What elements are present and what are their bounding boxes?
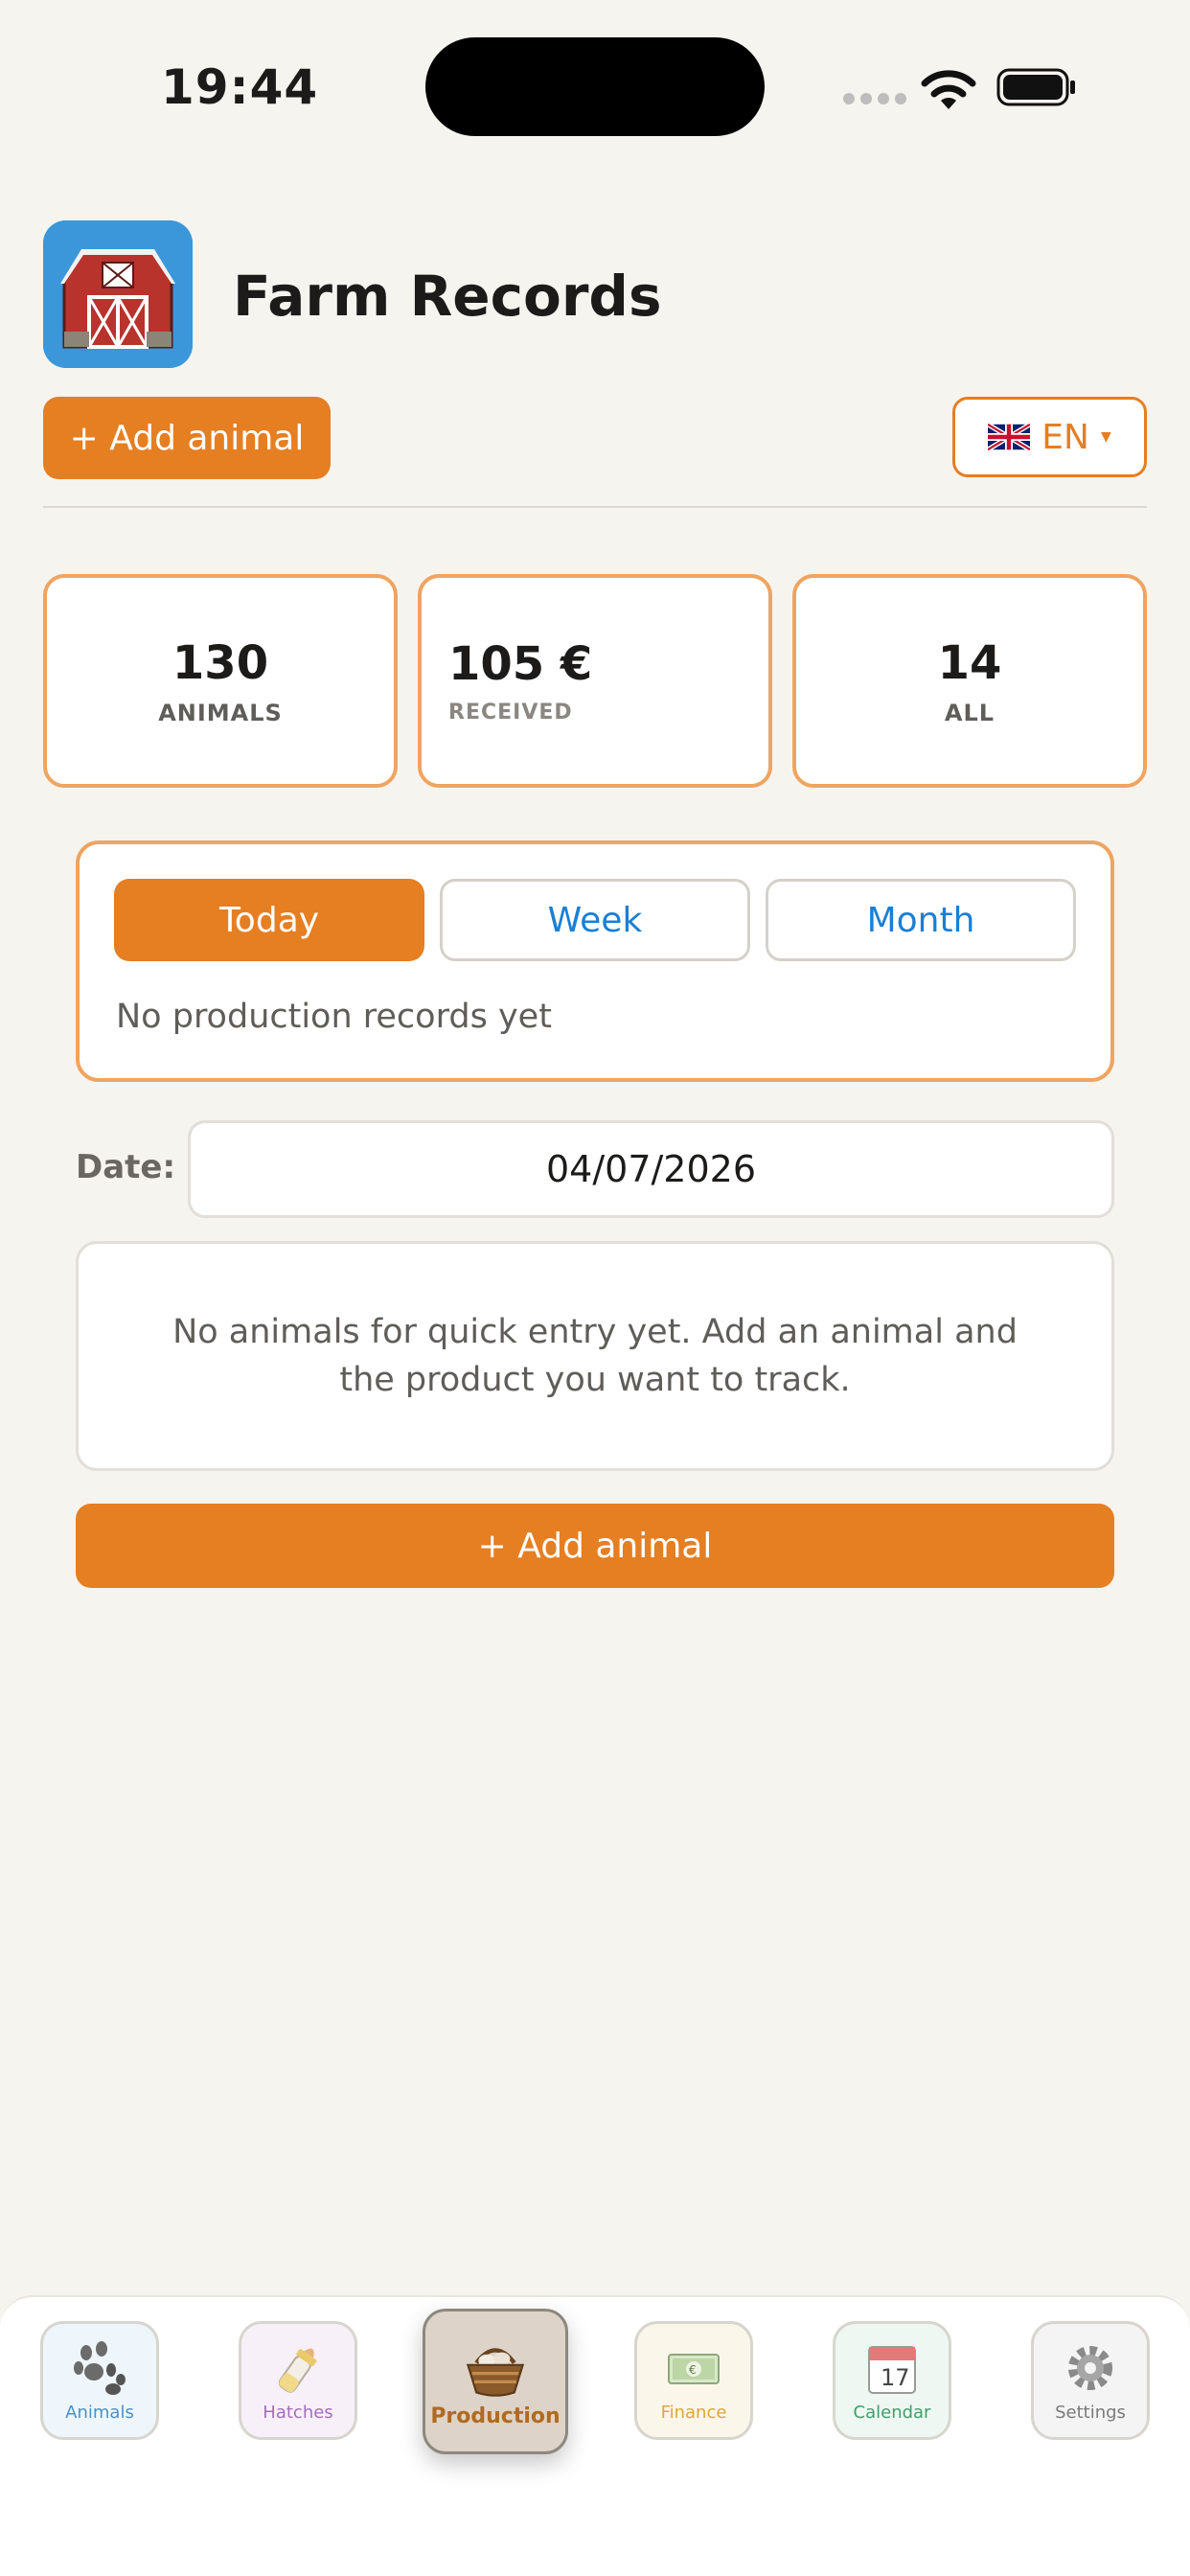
nav-calendar[interactable]: 17 Calendar xyxy=(833,2321,951,2440)
nav-animals[interactable]: Animals xyxy=(40,2321,159,2440)
tab-today[interactable]: Today xyxy=(114,879,424,961)
add-animal-primary-button[interactable]: + Add animal xyxy=(76,1504,1114,1588)
basket-icon xyxy=(466,2347,525,2397)
date-picker[interactable]: 04/07/2026 xyxy=(188,1120,1114,1218)
stat-label: ALL xyxy=(944,699,995,726)
calendar-icon: 17 xyxy=(868,2345,916,2394)
app-title: Farm Records xyxy=(233,264,662,329)
stat-label: RECEIVED xyxy=(448,701,573,724)
tab-week[interactable]: Week xyxy=(440,879,750,961)
battery-icon xyxy=(996,68,1075,106)
svg-text:€: € xyxy=(689,2363,697,2377)
nav-hatches[interactable]: Hatches xyxy=(239,2321,357,2440)
stat-value: 14 xyxy=(937,635,1002,690)
nav-production[interactable]: Production xyxy=(423,2309,568,2454)
stat-value: 105 € xyxy=(448,637,593,691)
add-animal-button[interactable]: + Add animal xyxy=(43,397,331,479)
language-selector[interactable]: EN ▼ xyxy=(952,397,1147,477)
language-code: EN xyxy=(1041,417,1089,457)
dynamic-island xyxy=(425,37,765,136)
nav-settings[interactable]: Settings xyxy=(1031,2321,1150,2440)
barn-logo-icon xyxy=(43,220,193,368)
nav-label: Finance xyxy=(660,2402,727,2423)
baby-bottle-icon xyxy=(278,2348,317,2393)
nav-label: Production xyxy=(430,2404,561,2428)
production-empty-message: No production records yet xyxy=(116,998,552,1036)
uk-flag-icon xyxy=(988,424,1031,450)
tab-month[interactable]: Month xyxy=(766,879,1076,961)
header-divider xyxy=(43,506,1147,508)
production-summary-panel: Today Week Month No production records y… xyxy=(76,840,1114,1082)
wifi-icon xyxy=(921,70,976,109)
nav-label: Animals xyxy=(65,2402,134,2423)
paw-icon xyxy=(74,2340,126,2395)
stat-card-all[interactable]: 14 ALL xyxy=(792,574,1147,788)
status-time: 19:44 xyxy=(161,59,319,115)
quick-entry-card: No animals for quick entry yet. Add an a… xyxy=(76,1241,1114,1471)
cellular-signal-icon xyxy=(843,93,906,104)
stat-card-received[interactable]: 105 € RECEIVED xyxy=(418,574,772,788)
stat-card-animals[interactable]: 130 ANIMALS xyxy=(43,574,398,788)
date-label: Date: xyxy=(76,1148,176,1186)
stat-value: 130 xyxy=(172,635,269,690)
chevron-down-icon: ▼ xyxy=(1100,429,1111,445)
nav-label: Hatches xyxy=(263,2402,333,2423)
money-icon: € xyxy=(668,2353,720,2384)
gear-icon xyxy=(1068,2345,1112,2390)
nav-label: Settings xyxy=(1055,2402,1126,2423)
stat-label: ANIMALS xyxy=(158,699,283,726)
svg-text:17: 17 xyxy=(881,2364,910,2391)
nav-finance[interactable]: € Finance xyxy=(634,2321,753,2440)
quick-entry-empty-message: No animals for quick entry yet. Add an a… xyxy=(172,1313,1018,1399)
nav-label: Calendar xyxy=(853,2402,931,2423)
bottom-tab-bar: Animals Hatches Production € Finance 17 … xyxy=(0,2295,1190,2576)
